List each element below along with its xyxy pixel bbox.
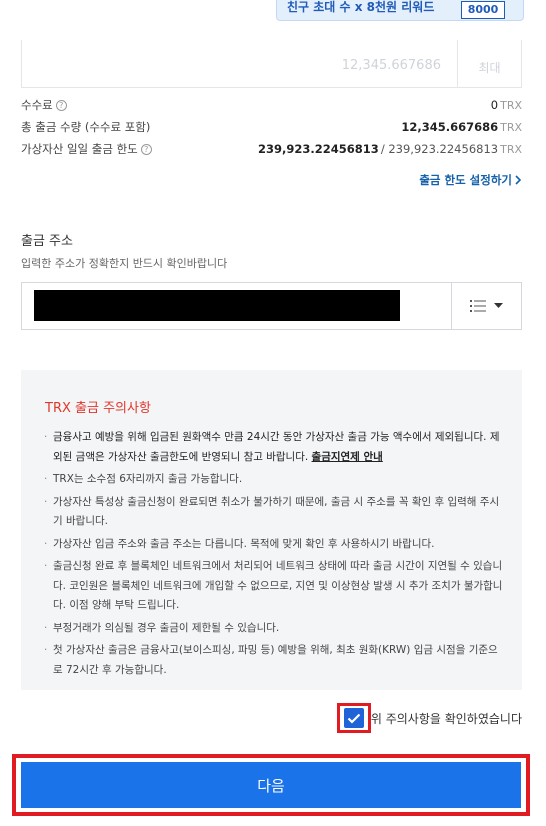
amount-value: 12,345.667686 xyxy=(341,58,441,73)
referral-badge: 8000 xyxy=(461,1,505,19)
confirm-checkbox[interactable] xyxy=(343,708,364,728)
fee-unit: TRX xyxy=(500,99,522,112)
daily-limit-unit: TRX xyxy=(500,143,522,156)
limit-settings-link[interactable]: 출금 한도 설정하기 xyxy=(419,172,522,188)
next-button[interactable]: 다음 xyxy=(21,762,521,808)
address-book-dropdown[interactable] xyxy=(451,283,521,329)
limit-settings-label: 출금 한도 설정하기 xyxy=(419,173,512,187)
daily-limit-row: 가상자산 일일 출금 한도 ? 239,923.22456813 / 239,9… xyxy=(21,140,522,158)
list-icon xyxy=(470,300,486,312)
list-item: 가상자산 특성상 출금신청이 완료되면 취소가 불가하기 때문에, 출금 시 주… xyxy=(44,493,504,532)
list-item: 금융사고 예방을 위해 입금된 원화액수 만큼 24시간 동안 가상자산 출금 … xyxy=(44,428,504,467)
address-hint: 입력한 주소가 정확한지 반드시 확인바랍니다 xyxy=(21,257,228,270)
checkmark-icon xyxy=(347,713,361,724)
daily-limit-total: / 239,923.22456813 xyxy=(380,142,499,156)
list-item: 첫 가상자산 출금은 금융사고(보이스피싱, 파밍 등) 예방을 위해, 최초 … xyxy=(44,641,504,680)
help-icon[interactable]: ? xyxy=(140,143,152,155)
daily-limit-label: 가상자산 일일 출금 한도 xyxy=(21,142,138,156)
total-row: 총 출금 수량 (수수료 포함) 12,345.667686 TRX xyxy=(21,118,522,136)
total-label: 총 출금 수량 (수수료 포함) xyxy=(21,120,151,134)
list-item: 출금신청 완료 후 블록체인 네트워크에서 처리되어 네트워크 상태에 따라 출… xyxy=(44,557,504,616)
warning-list: 금융사고 예방을 위해 입금된 원화액수 만큼 24시간 동안 가상자산 출금 … xyxy=(44,428,504,683)
list-item: 가상자산 입금 주소와 출금 주소는 다릅니다. 목적에 맞게 확인 후 사용하… xyxy=(44,535,504,555)
fee-value: 0 xyxy=(490,98,499,112)
amount-input[interactable]: 12,345.667686 최대 xyxy=(21,40,522,88)
fee-label: 수수료 xyxy=(21,98,53,112)
fee-row: 수수료 ? 0 TRX xyxy=(21,96,522,114)
address-title: 출금 주소 xyxy=(21,234,73,249)
total-value: 12,345.667686 xyxy=(401,120,499,134)
help-icon[interactable]: ? xyxy=(55,99,67,111)
max-button[interactable]: 최대 xyxy=(457,40,521,87)
list-item: 부정거래가 의심될 경우 출금이 제한될 수 있습니다. xyxy=(44,619,504,639)
redacted-address xyxy=(34,290,400,321)
list-item: TRX는 소수점 6자리까지 출금 가능합니다. xyxy=(44,470,504,490)
warning-title: TRX 출금 주의사항 xyxy=(45,401,151,416)
delay-policy-link[interactable]: 출금지연제 안내 xyxy=(312,451,383,463)
chevron-right-icon xyxy=(515,175,522,185)
confirm-checkbox-highlight xyxy=(336,703,371,733)
next-button-highlight: 다음 xyxy=(12,754,530,816)
referral-banner[interactable]: 친구 초대 수 x 8천원 리워드 8000 xyxy=(276,0,524,21)
daily-limit-used: 239,923.22456813 xyxy=(258,142,379,156)
total-unit: TRX xyxy=(500,121,522,134)
confirm-row[interactable]: 위 주의사항을 확인하였습니다 xyxy=(336,703,522,733)
caret-down-icon xyxy=(494,303,503,308)
warning-panel: TRX 출금 주의사항 금융사고 예방을 위해 입금된 원화액수 만큼 24시간… xyxy=(21,370,522,690)
confirm-label[interactable]: 위 주의사항을 확인하였습니다 xyxy=(371,710,522,727)
address-input[interactable] xyxy=(21,282,522,330)
referral-banner-text: 친구 초대 수 x 8천원 리워드 xyxy=(287,0,435,14)
